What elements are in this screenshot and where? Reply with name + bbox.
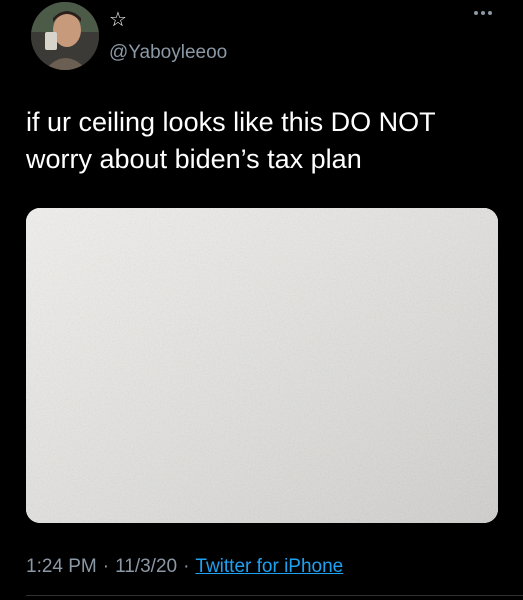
separator-dot: · <box>183 556 190 577</box>
tweet: ☆ @Yaboyleeoo if ur ceiling looks like t… <box>0 0 523 600</box>
more-horizontal-icon[interactable] <box>470 6 496 20</box>
tweet-metadata: 1:24 PM · 11/3/20 · Twitter for iPhone <box>26 555 343 579</box>
popcorn-ceiling-photo <box>26 208 498 523</box>
separator-dot: · <box>102 556 110 577</box>
display-name[interactable]: ☆ <box>109 10 127 30</box>
tweet-time: 1:24 PM <box>26 556 97 577</box>
tweet-date: 11/3/20 <box>115 556 178 577</box>
avatar[interactable] <box>31 2 99 70</box>
avatar-photo <box>31 2 99 70</box>
tweet-media-image[interactable] <box>26 208 498 523</box>
tweet-source-link[interactable]: Twitter for iPhone <box>195 556 343 577</box>
tweet-text: if ur ceiling looks like this DO NOT wor… <box>26 107 436 174</box>
divider <box>26 595 523 596</box>
user-handle[interactable]: @Yaboyleeoo <box>109 42 227 64</box>
